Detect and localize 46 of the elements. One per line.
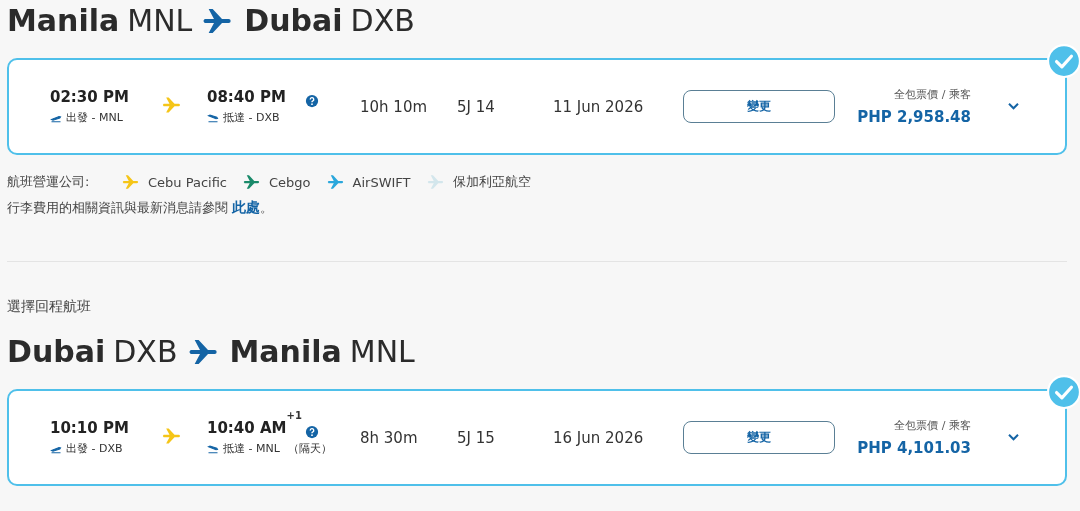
route-city: Dubai [7, 334, 106, 370]
change-button[interactable]: 變更 [683, 421, 835, 454]
arrival-time: 08:40 PM [207, 88, 286, 106]
departure-airport: 出發 - DXB [66, 441, 123, 456]
day-offset: +1 [286, 410, 302, 421]
operator-name: Cebu Pacific [148, 174, 227, 190]
operator-name: 保加利亞航空 [452, 173, 531, 191]
flight-card[interactable]: 02:30 PM 出發 - MNL 08:40 PM 抵達 - DXB 10h 10m 5J 14 11 Jun 2026 變更 全包票價 / 乘客 PHP 2,958.48 [7, 58, 1067, 155]
route-city: Manila [7, 3, 120, 39]
departure-airport: 出發 - MNL [66, 110, 123, 125]
help-icon[interactable] [305, 94, 319, 108]
next-day-note: （隔天） [287, 441, 332, 456]
flight-duration: 8h 30m [360, 428, 419, 447]
fare-price: PHP 4,101.03 [857, 439, 971, 457]
flight-date: 11 Jun 2026 [553, 97, 645, 116]
arrival-airport: 抵達 - DXB [223, 110, 280, 125]
price-label: 全包票價 / 乘客 [894, 87, 971, 102]
route-code: MNL [127, 3, 193, 39]
route-code: MNL [349, 334, 415, 370]
operators-label: 航班營運公司: [7, 173, 91, 191]
landing-icon [207, 111, 219, 124]
flight-number: 5J 15 [457, 428, 496, 447]
chevron-down-icon[interactable] [1007, 433, 1020, 442]
flight-date: 16 Jun 2026 [553, 428, 645, 447]
section-label: 選擇回程航班 [7, 298, 92, 316]
change-button[interactable]: 變更 [683, 90, 835, 123]
price-label: 全包票價 / 乘客 [894, 418, 971, 433]
landing-icon [207, 442, 219, 455]
baggage-note: 行李費用的相關資訊與最新消息請參閱 此處。 [7, 199, 275, 217]
flight-card[interactable]: 10:10 PM 出發 - DXB 10:40 AM +1 抵達 - MNL （隔天） 8h 30m 5J 15 16 Jun 2026 變更 全包票價 / 乘客 PHP 4,101.03 [7, 389, 1067, 486]
here-link[interactable]: 此處 [232, 199, 261, 215]
route-city: Manila [229, 334, 342, 370]
route-code: DXB [350, 3, 415, 39]
operator-name: AirSWIFT [352, 174, 411, 190]
arrival-airport: 抵達 - MNL [223, 441, 280, 456]
operator-name: Cebgo [269, 174, 311, 190]
flight-number: 5J 14 [457, 97, 496, 116]
route-city: Dubai [244, 3, 343, 39]
help-icon[interactable] [305, 425, 319, 439]
arrival-time: 10:40 AM [207, 419, 287, 437]
flight-duration: 10h 10m [360, 97, 429, 116]
route-code: DXB [113, 334, 178, 370]
departure-time: 10:10 PM [50, 419, 130, 437]
fare-price: PHP 2,958.48 [857, 108, 971, 126]
departure-time: 02:30 PM [50, 88, 130, 106]
chevron-down-icon[interactable] [1007, 102, 1020, 111]
